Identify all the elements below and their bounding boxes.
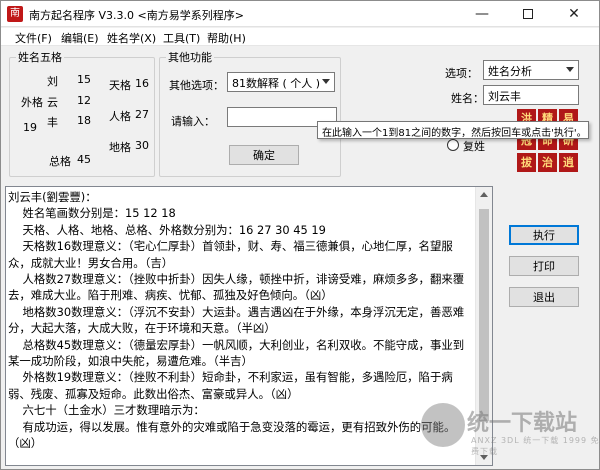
- maximize-button[interactable]: [505, 1, 551, 27]
- input-tooltip: 在此输入一个1到81之间的数字，然后按回车或点击'执行'。: [317, 121, 589, 139]
- app-logo: 洪 精 易 冠 命 研 拔 治 逍: [517, 109, 579, 173]
- close-button[interactable]: ✕: [551, 1, 597, 27]
- name-char-2: 云: [47, 96, 58, 109]
- menu-edit[interactable]: 编辑(E): [61, 30, 99, 46]
- menu-bar: 文件(F) 编辑(E) 姓名学(X) 工具(T) 帮助(H): [1, 28, 599, 46]
- tian-grid-value: 16: [135, 77, 149, 90]
- name-label: 姓名：: [451, 92, 484, 105]
- double-surname-radio[interactable]: [447, 139, 459, 151]
- result-line: 刘云丰(劉雲豐)：: [8, 190, 97, 204]
- outer-grid-value: 19: [23, 121, 37, 134]
- name-input[interactable]: 刘云丰: [483, 85, 579, 105]
- scroll-thumb[interactable]: [479, 209, 489, 421]
- confirm-button[interactable]: 确定: [229, 145, 299, 165]
- zong-grid-value: 45: [77, 153, 91, 166]
- option-select[interactable]: 姓名分析: [483, 60, 579, 80]
- menu-name-study[interactable]: 姓名学(X): [107, 30, 156, 46]
- result-line: 外格数19数理意义：（挫败不利卦）短命卦，不利家运，虽有智能，多遇险厄，陷于病弱…: [8, 370, 453, 401]
- tian-grid-label: 天格: [109, 79, 131, 92]
- result-line: 天格、人格、地格、总格、外格数分别为：16 27 30 45 19: [8, 222, 326, 237]
- app-window: 南 南方起名程序 V3.3.0 <南方易学系列程序> — ✕ 文件(F) 编辑(…: [0, 0, 600, 470]
- di-grid-value: 30: [135, 139, 149, 152]
- menu-tools[interactable]: 工具(T): [163, 30, 200, 46]
- name-stroke-1: 15: [77, 73, 91, 86]
- app-icon: 南: [7, 6, 23, 22]
- name-stroke-3: 18: [77, 114, 91, 127]
- other-functions-legend: 其他功能: [168, 51, 212, 64]
- watermark-logo-icon: [421, 403, 465, 447]
- result-line: 姓名笔画数分别是：15 12 18: [8, 206, 176, 221]
- result-line: 地格数30数理意义：（浮沉不安卦）大运卦。遇吉遇凶在于外缘，本身浮沉无定，善恶难…: [8, 304, 465, 336]
- execute-button[interactable]: 执行: [509, 225, 579, 245]
- logo-tile: 治: [538, 153, 557, 172]
- scroll-up-icon[interactable]: [480, 192, 488, 197]
- result-text-area[interactable]: 刘云丰(劉雲豐)： 姓名笔画数分别是：15 12 18 天格、人格、地格、总格、…: [5, 186, 493, 466]
- result-line: 人格数27数理意义：（挫败中折卦）因失人缘，顿挫中折，诽谤受难，麻烦多多，翻来覆…: [8, 272, 465, 303]
- other-option-value: 81数解释 ( 个人 ): [232, 77, 321, 90]
- result-text: 刘云丰(劉雲豐)： 姓名笔画数分别是：15 12 18 天格、人格、地格、总格、…: [8, 189, 474, 452]
- menu-file[interactable]: 文件(F): [15, 30, 52, 46]
- logo-tile: 拔: [517, 153, 536, 172]
- other-option-select[interactable]: 81数解释 ( 个人 ): [227, 72, 335, 92]
- outer-grid-label: 外格: [21, 96, 43, 109]
- logo-tile: 逍: [559, 153, 578, 172]
- result-line: 天格数16数理意义：（宅心仁厚卦）首领卦，财、寿、福三德兼俱，心地仁厚，名望服众…: [8, 239, 453, 270]
- zong-grid-label: 总格: [49, 155, 71, 168]
- name-char-3: 丰: [47, 116, 58, 129]
- window-title: 南方起名程序 V3.3.0 <南方易学系列程序>: [29, 9, 244, 22]
- menu-help[interactable]: 帮助(H): [207, 30, 246, 46]
- watermark-title: 统一下载站: [467, 411, 578, 436]
- title-bar[interactable]: 南 南方起名程序 V3.3.0 <南方易学系列程序> — ✕: [1, 1, 599, 27]
- chevron-down-icon: [322, 79, 330, 84]
- other-option-label: 其他选项：: [169, 79, 224, 92]
- option-select-value: 姓名分析: [488, 65, 532, 78]
- name-grid-legend: 姓名五格: [18, 51, 62, 64]
- result-line: 总格数45数理意义：（德量宏厚卦）一帆风顺，大利创业，名利双收。不能守成，事业到…: [8, 337, 465, 369]
- option-label: 选项：: [445, 67, 478, 80]
- ren-grid-label: 人格: [109, 110, 131, 123]
- exit-button[interactable]: 退出: [509, 287, 579, 307]
- maximize-icon: [523, 9, 533, 19]
- name-stroke-2: 12: [77, 94, 91, 107]
- double-surname-label: 复姓: [463, 140, 485, 153]
- di-grid-label: 地格: [109, 141, 131, 154]
- site-watermark: 统一下载站 ANXZ 3DL 统一下载 1999 免费下载: [421, 399, 600, 459]
- result-line: 有成功运，得以发展。惟有意外的灾难或陷于急变没落的霉运，更有招致外伤的可能。（凶…: [8, 419, 456, 451]
- result-line: 六七十（土金水）三才数理暗示为：: [8, 403, 205, 418]
- name-char-1: 刘: [47, 75, 58, 88]
- ren-grid-value: 27: [135, 108, 149, 121]
- number-input-label: 请输入：: [171, 115, 215, 128]
- minimize-button[interactable]: —: [459, 1, 505, 27]
- chevron-down-icon: [566, 67, 574, 72]
- watermark-subtitle: ANXZ 3DL 统一下载 1999 免费下载: [471, 436, 600, 456]
- print-button[interactable]: 打印: [509, 256, 579, 276]
